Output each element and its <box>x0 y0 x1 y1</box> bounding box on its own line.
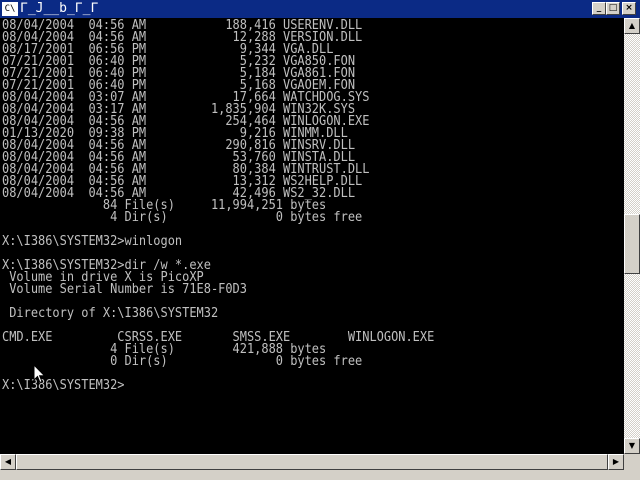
minimize-button[interactable]: _ <box>592 2 606 15</box>
scrollbar-corner <box>624 454 640 470</box>
maximize-icon: □ <box>608 3 618 13</box>
close-icon: × <box>625 3 633 13</box>
console-window: C\ Γ_J__b_Γ_Γ _ □ × 08/04/2004 04:56 AM … <box>0 0 640 480</box>
scroll-down-icon: ▼ <box>628 441 636 450</box>
scroll-down-button[interactable]: ▼ <box>624 438 640 454</box>
minimize-icon: _ <box>596 3 602 13</box>
window-bottom-border <box>0 470 640 480</box>
console-icon[interactable]: C\ <box>2 2 18 16</box>
console-output[interactable]: 08/04/2004 04:56 AM 188,416 USERENV.DLL 0… <box>0 18 624 454</box>
close-button[interactable]: × <box>622 2 636 15</box>
scroll-left-icon: ◀ <box>4 457 12 466</box>
maximize-button[interactable]: □ <box>606 2 620 15</box>
console-line: X:\I386\SYSTEM32> <box>2 378 125 393</box>
console-line: Volume Serial Number is 71E8-F0D3 <box>2 282 247 297</box>
horizontal-scroll-thumb[interactable] <box>16 454 608 470</box>
vertical-scroll-thumb[interactable] <box>624 214 640 274</box>
scroll-left-button[interactable]: ◀ <box>0 454 16 470</box>
title-bar[interactable]: C\ Γ_J__b_Γ_Γ _ □ × <box>0 0 640 18</box>
window-title: Γ_J__b_Γ_Γ <box>20 1 99 16</box>
console-line: 4 Dir(s) 0 bytes free <box>2 210 363 225</box>
console-line: X:\I386\SYSTEM32>winlogon <box>2 234 183 249</box>
vertical-scrollbar[interactable]: ▲ ▼ <box>624 18 640 454</box>
console-line: 0 Dir(s) 0 bytes free <box>2 354 363 369</box>
scroll-up-icon: ▲ <box>628 21 636 30</box>
horizontal-scrollbar[interactable]: ◀ ▶ <box>0 454 624 470</box>
mouse-pointer-icon <box>33 364 46 384</box>
scroll-right-button[interactable]: ▶ <box>608 454 624 470</box>
console-line: Directory of X:\I386\SYSTEM32 <box>2 306 219 321</box>
scroll-up-button[interactable]: ▲ <box>624 18 640 34</box>
scroll-right-icon: ▶ <box>612 457 620 466</box>
